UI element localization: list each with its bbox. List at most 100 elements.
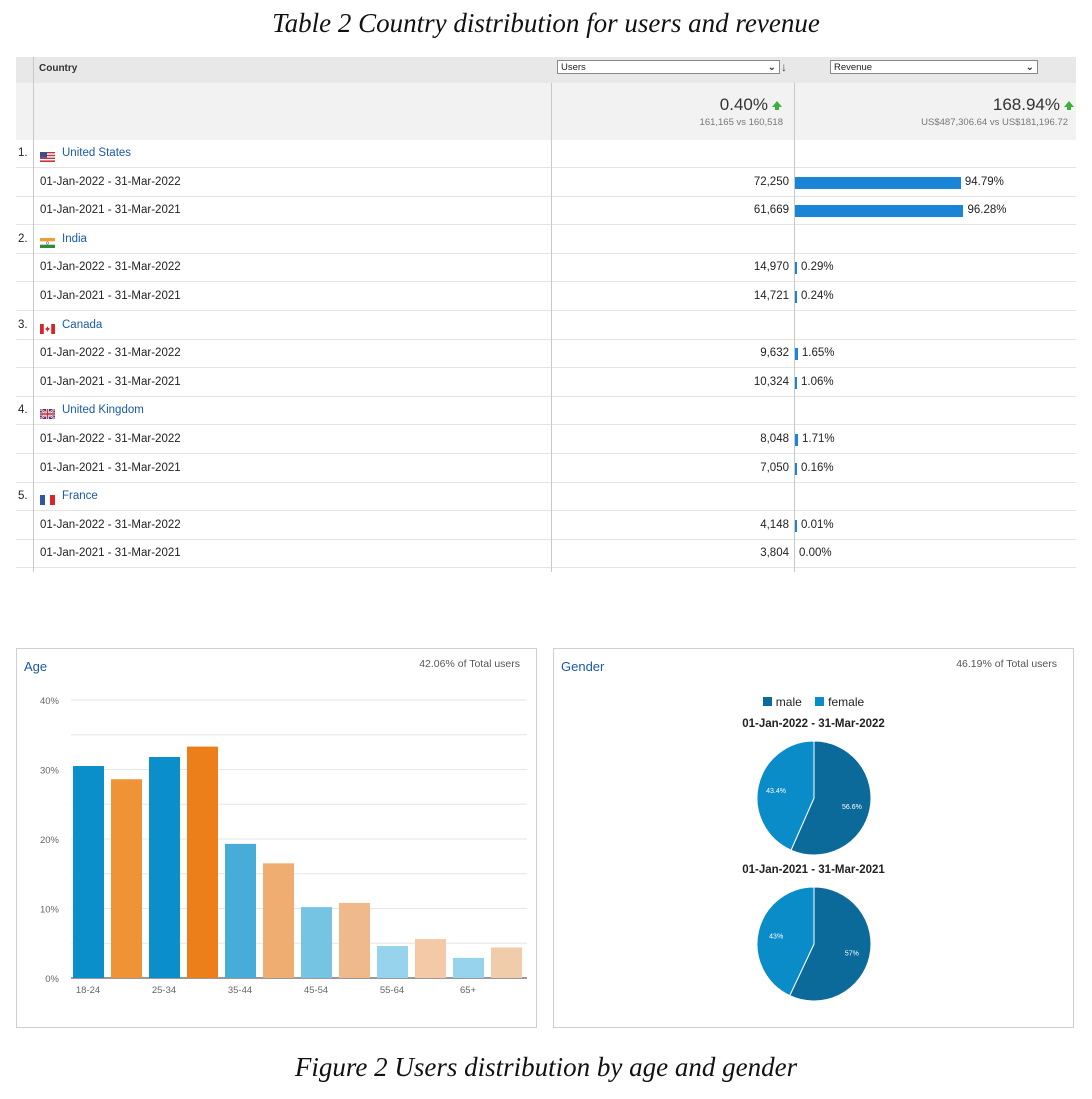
table-caption: Table 2 Country distribution for users a…	[272, 8, 820, 38]
date-range-label: 01-Jan-2022 - 31-Mar-2022	[40, 433, 181, 445]
country-link[interactable]: India	[62, 233, 87, 245]
date-range-row: 01-Jan-2021 - 31-Mar-2021 7,050 0.16%	[16, 455, 1076, 483]
date-range-label: 01-Jan-2021 - 31-Mar-2021	[40, 290, 181, 302]
country-row: 5. France	[16, 483, 1076, 512]
x-tick-label: 18-24	[76, 985, 100, 996]
date-range-label: 01-Jan-2021 - 31-Mar-2021	[40, 461, 181, 474]
age-bar[interactable]	[301, 907, 332, 978]
x-tick-label: 55-64	[380, 985, 404, 996]
users-value: 7,050	[760, 461, 789, 474]
users-value: 10,324	[753, 375, 789, 388]
chevron-down-icon: ⌄	[1025, 62, 1034, 73]
y-tick-label: 20%	[40, 835, 60, 846]
country-row: 4. United Kingdom	[16, 397, 1076, 426]
age-bar[interactable]	[415, 939, 446, 978]
date-range-label: 01-Jan-2022 - 31-Mar-2022	[40, 347, 181, 360]
users-metric-select[interactable]: Users ⌄	[557, 60, 780, 74]
users-value: 4,148	[760, 518, 789, 531]
age-chart-card: Age 42.06% of Total users 0% 10% 20% 30% 40%…	[16, 648, 537, 1028]
users-value: 61,669	[753, 204, 789, 217]
age-bar[interactable]	[377, 946, 408, 978]
y-tick-label: 0%	[45, 974, 59, 985]
revenue-share-percent: 1.71%	[801, 433, 835, 445]
users-value: 14,721	[753, 290, 789, 302]
revenue-change-percent: 168.94%	[992, 95, 1060, 114]
revenue-share-percent: 96.28%	[967, 204, 1007, 217]
y-tick-label: 10%	[40, 905, 60, 916]
country-column-header[interactable]: Country	[39, 63, 77, 74]
pie-value-label: 43.4%	[766, 788, 786, 795]
x-tick-label: 65+	[460, 985, 477, 996]
users-value: 3,804	[760, 547, 789, 560]
france-flag-icon	[40, 492, 55, 506]
x-tick-label: 35-44	[228, 985, 252, 996]
revenue-share-bar	[795, 176, 961, 189]
y-tick-label: 40%	[40, 696, 60, 707]
revenue-share-bar	[795, 291, 797, 303]
users-value: 72,250	[753, 175, 789, 188]
green-up-arrow-icon	[1064, 100, 1074, 110]
y-tick-label: 30%	[40, 766, 60, 777]
country-row: 3. Canada	[16, 312, 1076, 340]
sort-down-arrow-icon[interactable]: ↓	[781, 60, 787, 74]
revenue-share-percent: 0.16%	[801, 461, 834, 474]
date-range-label: 01-Jan-2022 - 31-Mar-2022	[40, 175, 181, 188]
age-bar[interactable]	[149, 756, 180, 978]
date-range-row: 01-Jan-2022 - 31-Mar-2022 14,970 0.29%	[16, 254, 1076, 283]
age-bar[interactable]	[339, 902, 370, 978]
age-bar[interactable]	[263, 863, 294, 978]
column-divider	[33, 57, 34, 572]
india-flag-icon	[40, 235, 55, 248]
pie-value-label: 56.6%	[842, 804, 862, 811]
green-up-arrow-icon	[772, 100, 782, 110]
age-bar[interactable]	[111, 779, 142, 978]
users-value: 14,970	[753, 261, 789, 274]
row-rank: 1.	[18, 147, 28, 159]
gender-pie-charts: 56.6% 43.4% 57% 43%	[756, 740, 872, 1002]
date-range-label: 01-Jan-2021 - 31-Mar-2021	[40, 547, 181, 560]
revenue-share-percent: 1.06%	[801, 375, 834, 388]
revenue-share-bar	[795, 205, 964, 218]
country-link[interactable]: United States	[62, 147, 131, 159]
x-tick-label: 45-54	[304, 985, 328, 996]
us-flag-icon	[40, 149, 55, 162]
pie-value-label: 43%	[769, 934, 783, 941]
revenue-select-label: Revenue	[834, 62, 873, 73]
date-range-row: 01-Jan-2022 - 31-Mar-2022 8,048 1.71%	[16, 426, 1076, 454]
revenue-share-bar	[795, 462, 797, 475]
revenue-share-bar	[795, 434, 798, 446]
date-range-row: 01-Jan-2022 - 31-Mar-2022 72,250 94.79%	[16, 169, 1076, 197]
age-bar-chart: 0% 10% 20% 30% 40% 18-24 25-34 35-44 45-54 55-64 6…	[40, 696, 527, 996]
table-header: Country Users ⌄ ↓ Revenue ⌄	[16, 57, 1076, 83]
users-value: 8,048	[760, 433, 789, 445]
date-range-row: 01-Jan-2022 - 31-Mar-2022 9,632 1.65%	[16, 340, 1076, 369]
country-row: 1. United States	[16, 140, 1076, 168]
country-table: Country Users ⌄ ↓ Revenue ⌄ 0.40% 161,16…	[16, 57, 1076, 572]
country-link[interactable]: France	[62, 490, 98, 502]
revenue-share-percent: 0.24%	[801, 290, 834, 302]
pie-value-label: 57%	[845, 950, 859, 957]
date-range-label: 01-Jan-2022 - 31-Mar-2022	[40, 261, 181, 274]
date-range-label: 01-Jan-2021 - 31-Mar-2021	[40, 375, 181, 388]
country-link[interactable]: United Kingdom	[62, 404, 144, 416]
age-bar[interactable]	[491, 947, 522, 978]
uk-flag-icon	[39, 406, 56, 421]
row-rank: 4.	[18, 404, 28, 417]
users-comparison: 161,165 vs 160,518	[699, 117, 783, 128]
age-bar[interactable]	[225, 843, 256, 978]
gender-chart-card: Gender 46.19% of Total users male female…	[553, 648, 1074, 1028]
chevron-down-icon: ⌄	[767, 62, 776, 73]
x-tick-label: 25-34	[152, 985, 176, 996]
users-change-percent: 0.40%	[719, 95, 768, 114]
revenue-share-percent: 0.29%	[801, 261, 834, 274]
country-link[interactable]: Canada	[62, 319, 102, 331]
row-rank: 2.	[18, 232, 28, 245]
revenue-metric-select[interactable]: Revenue ⌄	[830, 60, 1038, 74]
revenue-share-percent: 1.65%	[801, 347, 835, 360]
age-bar[interactable]	[453, 957, 484, 978]
country-row: 2. India	[16, 226, 1076, 254]
column-divider	[551, 83, 552, 572]
age-bar[interactable]	[187, 746, 218, 978]
users-select-label: Users	[561, 62, 586, 73]
age-bar[interactable]	[73, 766, 104, 978]
